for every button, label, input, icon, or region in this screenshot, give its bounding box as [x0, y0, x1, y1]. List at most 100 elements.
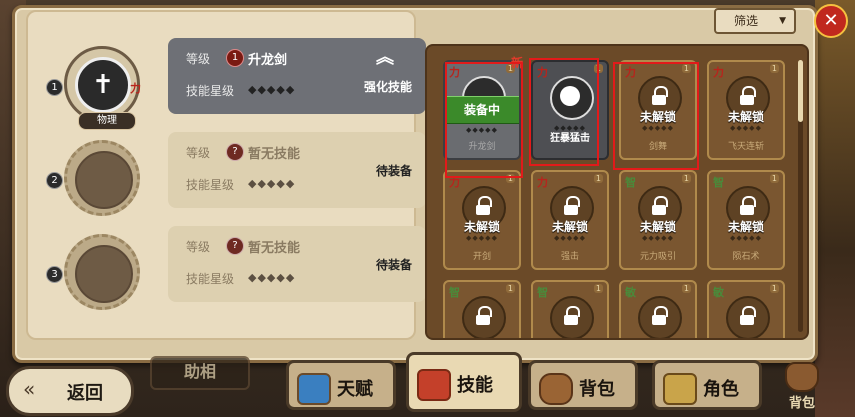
lock-icon [474, 306, 492, 325]
corner-bag-label: 背包 [788, 396, 815, 411]
skill-name: 强击 [560, 252, 579, 262]
lock-icon [650, 306, 668, 325]
highlight-box [613, 62, 699, 170]
star-level-label: 技能星级 [186, 84, 235, 98]
slot-number: 3 [46, 266, 63, 283]
skill-info-card[interactable]: 等级 ? 暂无技能 技能星级 ◆◆◆◆◆ 待装备 [168, 226, 426, 302]
skill-slot-3[interactable]: 3 等级 ? 暂无技能 技能星级 ◆◆◆◆◆ 待装备 [28, 212, 426, 310]
skill-info-card[interactable]: 等级 ? 暂无技能 技能星级 ◆◆◆◆◆ 待装备 [168, 132, 426, 208]
skill-name: 元力吸引 [639, 252, 676, 262]
card-count: 1 [681, 174, 691, 183]
star-rating: ◆◆◆◆◆ [248, 83, 296, 96]
skill-card[interactable]: 智 1 未解锁 ◆◆◆◆◆ 元力吸引 [619, 170, 697, 270]
slot-number: 1 [46, 79, 63, 96]
level-badge: ? [226, 143, 244, 161]
armor-icon [663, 373, 697, 405]
card-count: 1 [681, 284, 691, 293]
skill-icon-ring[interactable] [64, 140, 140, 216]
skill-card[interactable]: 智 1 [443, 280, 521, 338]
skill-slot-2[interactable]: 2 等级 ? 暂无技能 技能星级 ◆◆◆◆◆ 待装备 [28, 118, 426, 216]
level-badge: 1 [226, 49, 244, 67]
attr-tag: 敏 [713, 286, 724, 299]
skill-card[interactable]: 敏 1 [707, 280, 785, 338]
bag-icon [539, 373, 573, 405]
level-label: 等级 [186, 52, 211, 66]
card-count: 1 [769, 174, 779, 183]
card-count: 1 [769, 64, 779, 73]
lock-icon [474, 196, 492, 215]
attr-tag: 力 [713, 66, 724, 79]
level-badge: ? [226, 237, 244, 255]
skill-name: 飞天连斩 [727, 142, 764, 152]
attr-tag: 力 [537, 176, 548, 189]
level-label: 等级 [186, 146, 211, 160]
upgrade-chevron-icon: ︽ [376, 47, 394, 68]
card-count: 1 [505, 284, 515, 293]
skill-card[interactable]: 力 1 未解锁 ◆◆◆◆◆ 开剑 [443, 170, 521, 270]
slot-number: 2 [46, 172, 63, 189]
sword-icon: ✝ [92, 70, 114, 100]
lock-icon [738, 86, 756, 105]
tab-bag[interactable]: 背包 [528, 360, 638, 410]
scroll-icon [417, 369, 451, 401]
lock-icon [738, 306, 756, 325]
skill-card[interactable]: 智 1 [531, 280, 609, 338]
star-rating: ◆◆◆◆◆ [466, 234, 498, 242]
locked-label: 未解锁 [551, 220, 588, 234]
skill-name: 开剑 [472, 252, 491, 262]
star-rating: ◆◆◆◆◆ [248, 271, 296, 284]
back-label: 返回 [67, 383, 103, 404]
skill-card[interactable]: 力 1 未解锁 ◆◆◆◆◆ 强击 [531, 170, 609, 270]
partial-label: 助相 [150, 356, 250, 390]
skill-icon-ring[interactable]: ✝ [64, 46, 140, 122]
attr-tag: 智 [625, 176, 636, 189]
back-button[interactable]: « 返回 [6, 366, 134, 416]
talent-icon [297, 373, 331, 405]
skill-info-card[interactable]: 等级 1 升龙剑 技能星级 ◆◆◆◆◆ ︽ 强化技能 [168, 38, 426, 114]
skill-grid-panel: 力 1 装备中 ◆◆◆◆◆ 升龙剑 新 力 1 ◆◆◆◆◆ 狂暴猛击 力 1 未… [425, 44, 809, 340]
skill-slot-1[interactable]: 1 ✝ 力 物理 等级 1 升龙剑 技能星级 ◆◆◆◆◆ ︽ 强化技能 [28, 24, 426, 130]
tab-label: 天赋 [337, 379, 373, 400]
attr-tag: 力 [130, 82, 141, 95]
lock-icon [738, 196, 756, 215]
skill-name: 暂无技能 [248, 241, 301, 256]
locked-label: 未解锁 [727, 220, 764, 234]
corner-bag-button[interactable]: 背包 [778, 362, 826, 411]
highlight-box [445, 62, 523, 178]
star-level-label: 技能星级 [186, 178, 235, 192]
tab-talent[interactable]: 天赋 [286, 360, 396, 410]
tab-skills[interactable]: 技能 [406, 352, 522, 412]
pending-equip-label[interactable]: 待装备 [376, 162, 412, 179]
scrollbar-thumb[interactable] [798, 60, 803, 122]
skill-card[interactable]: 敏 1 [619, 280, 697, 338]
locked-label: 未解锁 [727, 110, 764, 124]
skill-icon-ring[interactable] [64, 234, 140, 310]
empty-slot-icon [75, 151, 133, 209]
attr-tag: 智 [537, 286, 548, 299]
bag-icon [785, 362, 819, 392]
chevron-down-icon: ▼ [779, 16, 786, 26]
background-art-right [815, 0, 855, 417]
skill-name: 陨石术 [732, 252, 760, 262]
star-rating: ◆◆◆◆◆ [248, 177, 296, 190]
level-label: 等级 [186, 240, 211, 254]
close-button[interactable]: ✕ [814, 4, 848, 38]
pending-equip-label[interactable]: 待装备 [376, 256, 412, 273]
skill-name: 升龙剑 [248, 53, 288, 68]
tab-label: 背包 [579, 379, 615, 400]
lock-icon [562, 306, 580, 325]
lock-icon [650, 196, 668, 215]
skill-name: 暂无技能 [248, 147, 301, 162]
close-icon: ✕ [823, 10, 839, 31]
enhance-skill-button[interactable]: 强化技能 [364, 78, 412, 95]
filter-dropdown[interactable]: 筛选 ▼ [714, 8, 796, 34]
star-level-label: 技能星级 [186, 272, 235, 286]
skill-card[interactable]: 力 1 未解锁 ◆◆◆◆◆ 飞天连斩 [707, 60, 785, 160]
back-arrow-icon: « [23, 377, 36, 401]
star-rating: ◆◆◆◆◆ [730, 234, 762, 242]
locked-label: 未解锁 [463, 220, 500, 234]
skill-card[interactable]: 智 1 未解锁 ◆◆◆◆◆ 陨石术 [707, 170, 785, 270]
tab-label: 技能 [457, 375, 493, 396]
card-count: 1 [593, 284, 603, 293]
tab-character[interactable]: 角色 [652, 360, 762, 410]
